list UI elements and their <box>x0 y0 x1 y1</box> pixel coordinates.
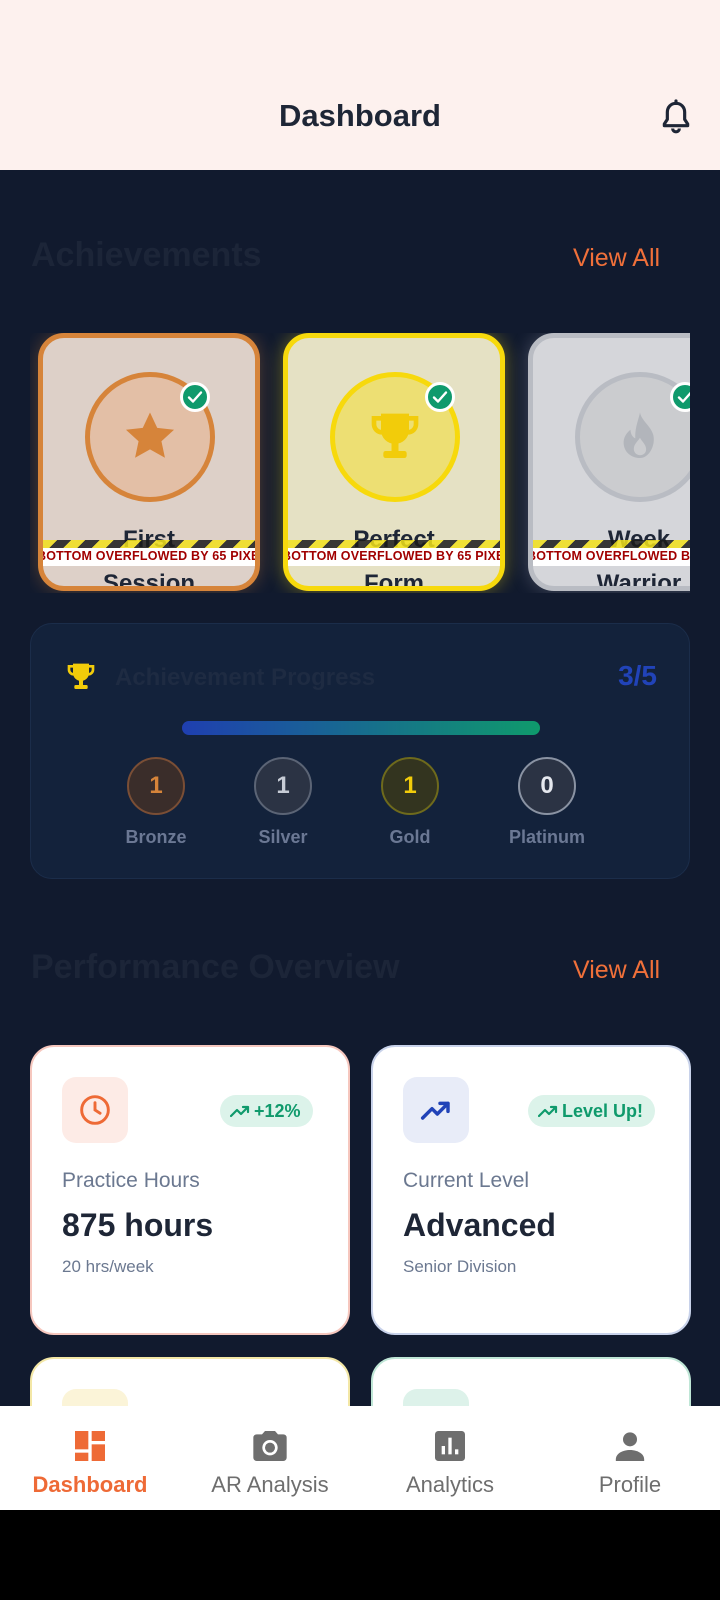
tier-label: Gold <box>389 827 431 847</box>
tier-label: Bronze <box>125 827 187 847</box>
nav-label: Dashboard <box>32 1472 148 1497</box>
tier-silver: 1 Silver <box>228 757 338 848</box>
nav-label: Profile <box>598 1472 662 1497</box>
tier-label: Silver <box>258 827 308 847</box>
current-level-card[interactable]: Level Up! Current Level Advanced Senior … <box>371 1045 691 1335</box>
trophy-icon <box>371 413 419 458</box>
overflow-stripes <box>533 540 690 548</box>
icon-box <box>62 1077 128 1143</box>
nav-item-ar-analysis[interactable]: AR Analysis <box>180 1406 360 1510</box>
card-value: 875 hours <box>62 1207 214 1243</box>
bottom-navigation: Dashboard AR Analysis Analytics Profile <box>0 1406 720 1510</box>
nav-item-dashboard[interactable]: Dashboard <box>0 1406 180 1510</box>
achievement-name-line2: Session <box>102 570 196 591</box>
flame-icon <box>623 412 654 458</box>
overflow-warning-text: BOTTOM OVERFLOWED BY <box>528 549 690 563</box>
profile-icon <box>615 1432 645 1461</box>
bell-icon[interactable] <box>656 98 696 138</box>
trophy-icon <box>67 663 95 689</box>
check-icon <box>425 382 455 412</box>
achievement-card-perfect-form[interactable]: Perfect BOTTOM OVERFLOWED BY 65 PIXELS F… <box>283 333 505 591</box>
tier-count: 1 <box>381 757 439 815</box>
app-header: Dashboard <box>0 0 720 170</box>
progress-title: Achievement Progress <box>115 664 376 691</box>
achievements-title: Achievements <box>31 236 262 274</box>
achievement-name-line2: Form <box>364 570 424 591</box>
progress-bar <box>182 721 540 735</box>
tier-bronze: 1 Bronze <box>101 757 211 848</box>
achievement-card-week-warrior[interactable]: Week BOTTOM OVERFLOWED BY Warrior <box>528 333 690 591</box>
nav-label: AR Analysis <box>211 1472 329 1497</box>
performance-view-all-link[interactable]: View All <box>573 956 660 985</box>
card-subtext: 20 hrs/week <box>62 1257 154 1276</box>
performance-title: Performance Overview <box>31 948 400 986</box>
card-subtext: Senior Division <box>403 1257 517 1276</box>
tier-label: Platinum <box>508 827 585 847</box>
overflow-warning-text: BOTTOM OVERFLOWED BY 65 PIXELS <box>283 549 505 563</box>
nav-item-analytics[interactable]: Analytics <box>360 1406 540 1510</box>
tier-platinum: 0 Platinum <box>492 757 602 848</box>
progress-count: 3/5 <box>618 660 657 691</box>
tier-count: 1 <box>254 757 312 815</box>
icon-box <box>403 1077 469 1143</box>
practice-hours-card[interactable]: +12% Practice Hours 875 hours 20 hrs/wee… <box>30 1045 350 1335</box>
trend-badge-text: +12% <box>254 1101 301 1121</box>
card-value: Advanced <box>403 1207 556 1243</box>
app-screen: Dashboard Achievements View All First BO… <box>0 0 720 1510</box>
overflow-stripes <box>288 540 500 548</box>
overflow-warning-text: BOTTOM OVERFLOWED BY 65 PIXELS <box>38 549 260 563</box>
trending-up-icon <box>420 1101 450 1120</box>
camera-icon <box>253 1431 287 1461</box>
overflow-stripes <box>43 540 255 548</box>
page-title: Dashboard <box>279 98 441 133</box>
achievement-name-line2: Warrior <box>596 570 682 591</box>
trend-badge-text: Level Up! <box>562 1101 644 1121</box>
card-label: Current Level <box>403 1169 530 1192</box>
analytics-icon <box>435 1431 465 1461</box>
nav-item-profile[interactable]: Profile <box>540 1406 720 1510</box>
trend-badge: +12% <box>220 1095 313 1127</box>
card-label: Practice Hours <box>62 1169 200 1192</box>
clock-icon <box>80 1095 110 1125</box>
star-icon <box>125 412 175 458</box>
achievements-view-all-link[interactable]: View All <box>573 244 660 273</box>
tier-gold: 1 Gold <box>355 757 465 848</box>
check-icon <box>180 382 210 412</box>
trend-badge: Level Up! <box>528 1095 656 1127</box>
trending-up-icon <box>230 1105 250 1117</box>
tier-count: 0 <box>518 757 576 815</box>
dashboard-icon <box>75 1431 105 1461</box>
tier-count: 1 <box>127 757 185 815</box>
nav-label: Analytics <box>405 1472 495 1497</box>
achievement-progress-panel: Achievement Progress 3/5 1 Bronze 1 Silv… <box>30 623 690 879</box>
trending-up-icon <box>538 1105 558 1117</box>
achievements-carousel[interactable]: First BOTTOM OVERFLOWED BY 65 PIXELS Ses… <box>30 333 690 593</box>
achievement-card-first-session[interactable]: First BOTTOM OVERFLOWED BY 65 PIXELS Ses… <box>38 333 260 591</box>
